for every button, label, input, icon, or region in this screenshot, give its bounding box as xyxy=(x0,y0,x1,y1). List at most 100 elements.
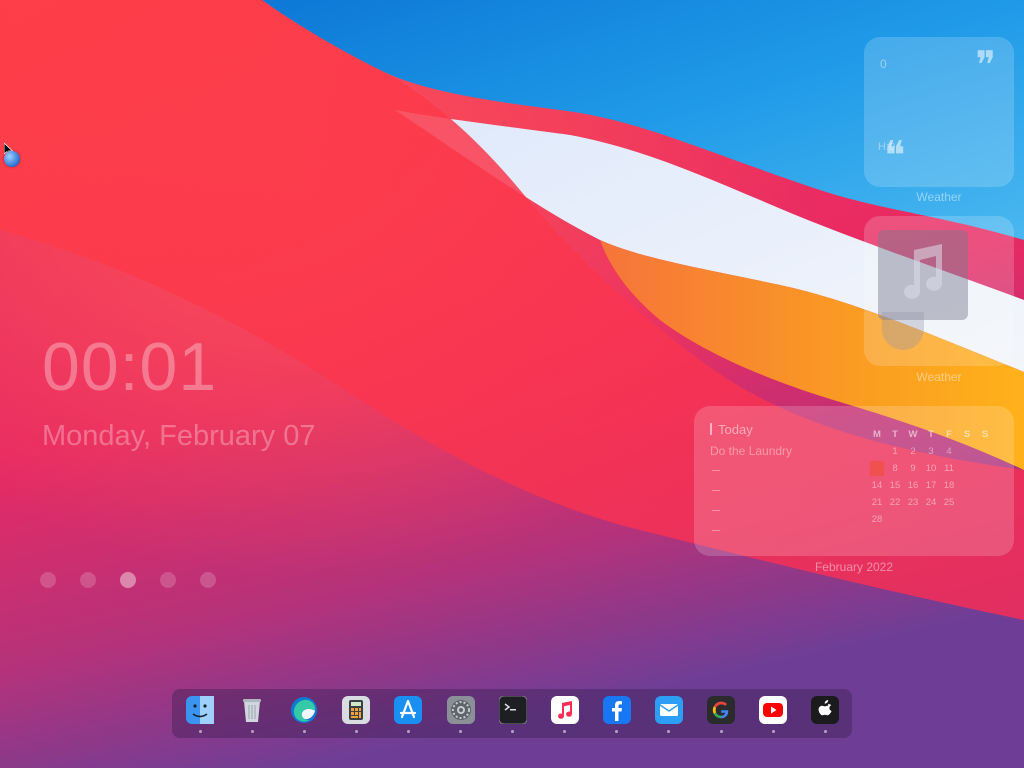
calendar-weekday: F xyxy=(946,429,952,440)
calendar-day xyxy=(976,477,994,494)
running-indicator xyxy=(511,730,515,733)
calendar-day[interactable]: 10 xyxy=(922,460,940,477)
calendar-week-row: 1234 xyxy=(868,443,994,460)
calendar-week-row: 28 xyxy=(868,511,994,528)
calendar-day xyxy=(958,443,976,460)
calendar-day xyxy=(940,511,958,528)
calendar-month-label: February 2022 xyxy=(814,560,894,574)
page-indicator xyxy=(40,572,216,588)
calendar-today-heading: Today xyxy=(710,422,753,437)
calendar-week-row: 21 22 23 24 25 xyxy=(868,494,994,511)
dock xyxy=(172,689,852,738)
calendar-weekday: S xyxy=(963,429,971,440)
calendar-day[interactable]: 1 xyxy=(886,443,904,460)
trash-icon[interactable] xyxy=(238,696,266,724)
music-controls[interactable] xyxy=(882,312,924,350)
task-placeholder xyxy=(712,490,720,491)
calendar-day xyxy=(904,511,922,528)
page-dot[interactable] xyxy=(200,572,216,588)
quote-open-icon: ❞ xyxy=(975,43,996,87)
album-art xyxy=(878,230,968,320)
calendar-day xyxy=(886,511,904,528)
page-dot[interactable] xyxy=(160,572,176,588)
terminal-icon[interactable] xyxy=(498,696,527,724)
calendar-day xyxy=(958,460,976,477)
calendar-day[interactable]: 28 xyxy=(868,511,886,528)
running-indicator xyxy=(719,730,723,733)
calendar-task[interactable]: Do the Laundry xyxy=(710,444,792,458)
music-icon[interactable] xyxy=(550,696,579,724)
calendar-day[interactable]: 22 xyxy=(886,494,904,511)
facebook-icon[interactable] xyxy=(602,696,631,724)
quote-close-icon: ❝ xyxy=(884,133,906,179)
calendar-day xyxy=(976,494,994,511)
calendar-day[interactable]: 16 xyxy=(904,477,922,494)
calendar-week-row: 7891011 xyxy=(868,460,994,477)
mail-icon[interactable] xyxy=(654,696,683,724)
youtube-icon[interactable] xyxy=(759,696,788,724)
calendar-weekday-row: MTWTFSS xyxy=(868,426,994,443)
calendar-day xyxy=(922,511,940,528)
network-globe-icon[interactable] xyxy=(4,151,20,167)
finder-icon[interactable] xyxy=(186,696,214,724)
page-dot[interactable] xyxy=(80,572,96,588)
calendar-day[interactable]: 4 xyxy=(940,443,958,460)
calendar-day[interactable]: 14 xyxy=(868,477,886,494)
calendar-day[interactable]: 24 xyxy=(922,494,940,511)
calendar-weekday: T xyxy=(892,429,898,440)
music-widget[interactable] xyxy=(864,216,1014,366)
calendar-day[interactable]: 23 xyxy=(904,494,922,511)
calendar-day[interactable]: 9 xyxy=(904,460,922,477)
apple-tv-icon[interactable] xyxy=(811,696,840,724)
task-placeholder xyxy=(712,510,720,511)
running-indicator xyxy=(563,730,567,733)
running-indicator xyxy=(198,730,202,733)
task-placeholder xyxy=(712,530,720,531)
music-widget-label: Weather xyxy=(916,370,962,384)
weather-widget-label: Weather xyxy=(916,190,962,204)
calendar-day xyxy=(958,477,976,494)
calendar-day[interactable]: 25 xyxy=(940,494,958,511)
calendar-day xyxy=(958,494,976,511)
running-indicator xyxy=(406,730,410,733)
running-indicator xyxy=(354,730,358,733)
running-indicator xyxy=(459,730,462,733)
edge-icon[interactable] xyxy=(290,696,318,724)
calendar-day[interactable]: 18 xyxy=(940,477,958,494)
calendar-week-row: 14 15 16 17 18 xyxy=(868,477,994,494)
calendar-day[interactable]: 11 xyxy=(940,460,958,477)
calendar-day xyxy=(868,443,886,460)
calendar-day[interactable]: 17 xyxy=(922,477,940,494)
calendar-day xyxy=(976,511,994,528)
settings-icon[interactable] xyxy=(446,696,475,724)
calendar-weekday: M xyxy=(873,429,881,440)
calculator-icon[interactable] xyxy=(342,696,371,724)
calendar-day[interactable]: 3 xyxy=(922,443,940,460)
weather-widget[interactable]: 0 ❞ H:0 ❝ xyxy=(864,37,1014,187)
page-dot[interactable] xyxy=(40,572,56,588)
calendar-day[interactable]: 15 xyxy=(886,477,904,494)
running-indicator xyxy=(823,730,827,733)
google-icon[interactable] xyxy=(707,696,735,724)
calendar-day[interactable]: 21 xyxy=(868,494,886,511)
calendar-day xyxy=(976,443,994,460)
calendar-widget[interactable]: Today Do the Laundry MTWTFSS123478910111… xyxy=(694,406,1014,556)
weather-temperature: 0 xyxy=(880,57,887,71)
task-placeholder xyxy=(712,470,720,471)
app-store-icon[interactable] xyxy=(394,696,423,724)
calendar-day[interactable]: 2 xyxy=(904,443,922,460)
calendar-day xyxy=(958,511,976,528)
running-indicator xyxy=(302,730,306,733)
page-dot-active[interactable] xyxy=(120,572,136,588)
calendar-day[interactable]: 8 xyxy=(886,460,904,477)
calendar-day[interactable]: 7 xyxy=(870,461,884,476)
running-indicator xyxy=(771,730,775,733)
clock-time: 00:01 xyxy=(42,329,218,405)
calendar-weekday: W xyxy=(908,429,918,440)
running-indicator xyxy=(615,730,619,733)
calendar-month-grid: MTWTFSS123478910111415161718212223242528 xyxy=(868,426,994,528)
calendar-weekday: T xyxy=(928,429,934,440)
music-note-icon xyxy=(904,244,942,299)
running-indicator xyxy=(667,730,671,733)
calendar-weekday: S xyxy=(981,429,989,440)
